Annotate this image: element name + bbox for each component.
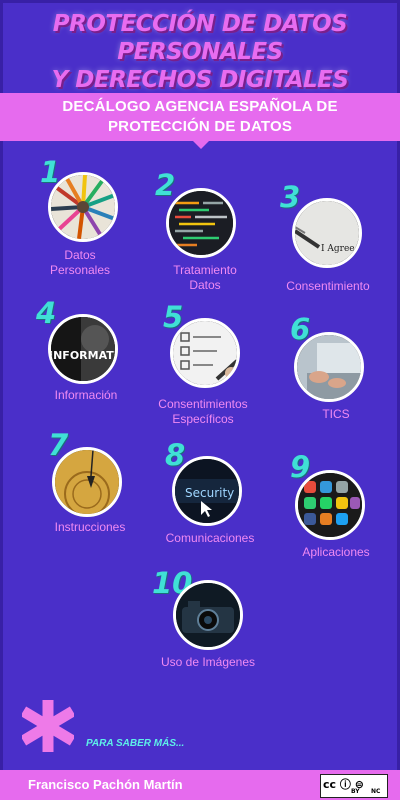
banner-line-1: DECÁLOGO AGENCIA ESPAÑOLA DE: [62, 98, 338, 115]
banner-pointer: [193, 141, 209, 149]
item-label-1: Datos Personales: [30, 248, 130, 278]
subtitle-banner-text: DECÁLOGO AGENCIA ESPAÑOLA DE PROTECCIÓN …: [0, 97, 400, 137]
item-label-7: Instrucciones: [40, 520, 140, 535]
code-screen-icon[interactable]: [166, 188, 236, 258]
item-number-4: 4: [36, 296, 57, 330]
checklist-icon[interactable]: [170, 318, 240, 388]
cc-license-badge[interactable]: cc ⓘ ⊜ BY NC: [320, 774, 388, 798]
title-line-1: PROTECCIÓN DE DATOS PERSONALES: [52, 11, 348, 65]
laptop-hands-icon[interactable]: [294, 332, 364, 402]
asterisk-icon[interactable]: [22, 700, 74, 752]
phone-apps-icon[interactable]: [295, 470, 365, 540]
title-line-2: Y DERECHOS DIGITALES: [51, 67, 349, 93]
item-label-5: Consentimientos Específicos: [148, 397, 258, 427]
item-label-2-line-1: Tratamiento: [173, 263, 237, 277]
item-label-2-line-2: Datos: [189, 278, 221, 292]
item-label-4-line-1: Información: [54, 388, 118, 402]
item-label-10-line-1: Uso de Imágenes: [160, 655, 256, 669]
i-agree-pen-icon[interactable]: I Agree: [292, 198, 362, 268]
cc-nc-label: NC: [371, 788, 381, 795]
item-label-5-line-1: Consentimientos: [158, 397, 248, 411]
colored-pencils-icon[interactable]: [48, 172, 118, 242]
information-word-icon[interactable]: INFORMATIO: [48, 314, 118, 384]
item-label-3-line-1: Consentimiento: [286, 279, 370, 293]
item-number-3: 3: [280, 180, 301, 214]
item-label-1-line-2: Personales: [49, 263, 111, 277]
security-text: Security: [185, 486, 234, 500]
item-label-9-line-1: Aplicaciones: [302, 545, 370, 559]
more-info-link[interactable]: PARA SABER MÁS...: [86, 738, 184, 749]
item-label-8: Comunicaciones: [150, 531, 270, 546]
cc-by-label: BY: [351, 788, 360, 795]
item-number-2: 2: [155, 168, 176, 202]
item-label-10: Uso de Imágenes: [148, 655, 268, 670]
item-label-6-line-1: TICS: [322, 407, 350, 421]
item-label-4: Información: [36, 388, 136, 403]
information-text: INFORMATIO: [51, 349, 115, 362]
item-label-3: Consentimiento: [278, 279, 378, 294]
item-label-1-line-1: Datos: [64, 248, 96, 262]
item-label-7-line-1: Instrucciones: [54, 520, 126, 534]
pendulum-icon[interactable]: [52, 447, 122, 517]
i-agree-text: I Agree: [321, 244, 355, 254]
item-label-8-line-1: Comunicaciones: [165, 531, 255, 545]
item-label-2: Tratamiento Datos: [150, 263, 260, 293]
author-name: Francisco Pachón Martín: [28, 777, 183, 792]
camera-icon[interactable]: [173, 580, 243, 650]
item-label-5-line-2: Específicos: [172, 412, 234, 426]
item-label-6: TICS: [296, 407, 376, 422]
security-screen-icon[interactable]: Security: [172, 456, 242, 526]
page-title: PROTECCIÓN DE DATOS PERSONALES Y DERECHO…: [0, 10, 400, 94]
banner-line-2: PROTECCIÓN DE DATOS: [107, 118, 293, 135]
item-label-9: Aplicaciones: [286, 545, 386, 560]
